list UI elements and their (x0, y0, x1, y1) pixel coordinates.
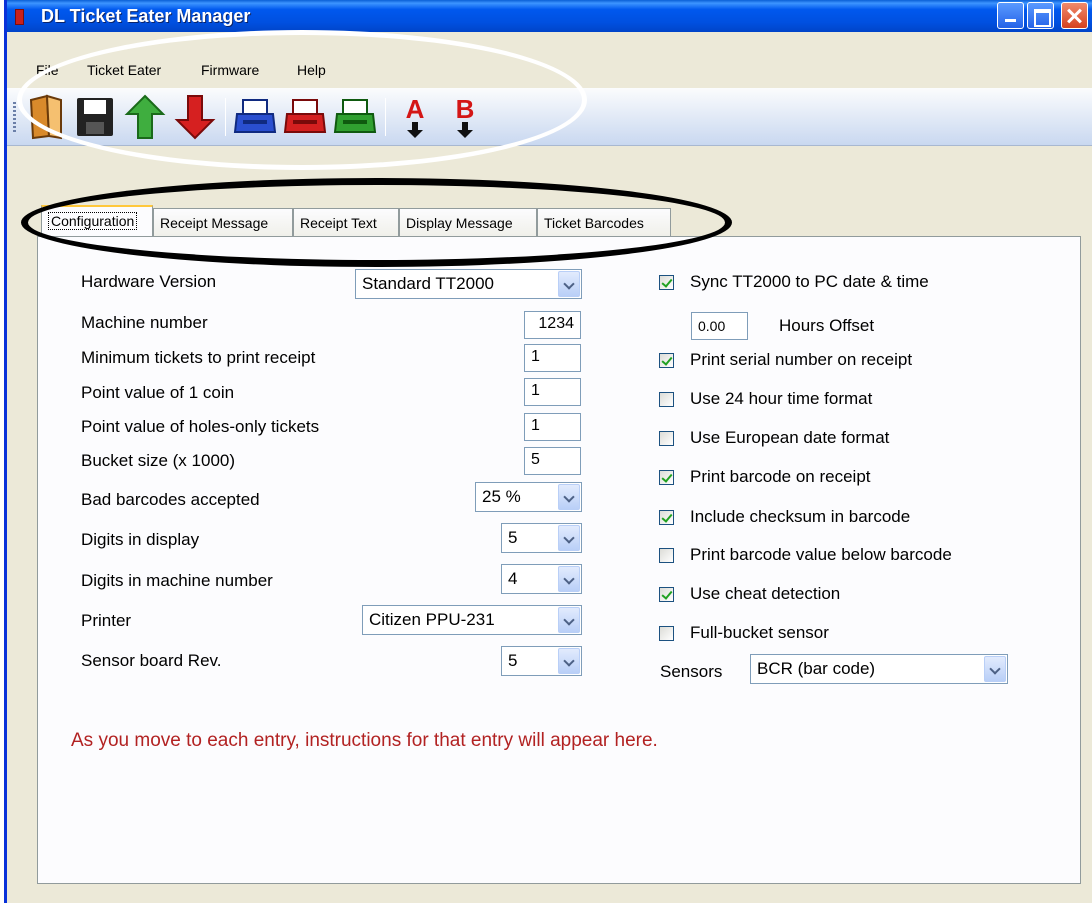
tab-display-message[interactable]: Display Message (399, 208, 537, 236)
window-title: DL Ticket Eater Manager (41, 6, 251, 26)
holes-value-field[interactable]: 1 (524, 413, 581, 441)
toolbar-separator (225, 98, 226, 136)
bad-barcodes-label: Bad barcodes accepted (81, 490, 260, 509)
machine-digits-label: Digits in machine number (81, 571, 273, 590)
display-digits-select[interactable]: 5 (501, 523, 582, 553)
toolbar-separator (385, 98, 386, 136)
serial-label: Print serial number on receipt (690, 350, 913, 369)
eurodate-checkbox[interactable] (659, 431, 674, 446)
full-bucket-label: Full-bucket sensor (690, 623, 829, 642)
cheat-label: Use cheat detection (690, 584, 841, 603)
menu-bar: File Ticket Eater Firmware Help (7, 56, 1092, 84)
toolbar-grip[interactable] (13, 102, 16, 132)
hours-offset-field[interactable]: 0.00 (691, 312, 748, 340)
bucket-size-label: Bucket size (x 1000) (81, 451, 236, 470)
menu-help[interactable]: Help (297, 62, 326, 78)
checksum-label: Include checksum in barcode (690, 507, 911, 526)
blue-printer-icon[interactable] (233, 94, 277, 140)
holes-value-label: Point value of holes-only tickets (81, 417, 320, 436)
tab-configuration[interactable]: Configuration (41, 205, 153, 236)
barcode-value-checkbox[interactable] (659, 548, 674, 563)
machine-digits-select[interactable]: 4 (501, 564, 582, 594)
hardware-version-select[interactable]: Standard TT2000 (355, 269, 582, 299)
time24-checkbox[interactable] (659, 392, 674, 407)
printer-value: Citizen PPU-231 (369, 610, 495, 629)
bad-barcodes-select[interactable]: 25 % (475, 482, 582, 512)
sensors-label: Sensors (660, 662, 723, 681)
download-a-icon[interactable]: A (393, 94, 437, 140)
hours-offset-label: Hours Offset (779, 316, 875, 335)
minimize-button[interactable] (997, 2, 1024, 29)
display-digits-value: 5 (508, 528, 518, 547)
menu-file[interactable]: File (36, 62, 59, 78)
sensor-rev-label: Sensor board Rev. (81, 651, 222, 670)
chevron-down-icon[interactable] (558, 525, 580, 551)
sync-checkbox[interactable] (659, 275, 674, 290)
tab-receipt-message[interactable]: Receipt Message (153, 208, 293, 236)
chevron-down-icon[interactable] (558, 271, 580, 297)
barcode-value-label: Print barcode value below barcode (690, 545, 952, 564)
save-disk-icon[interactable] (73, 94, 117, 140)
chevron-down-icon[interactable] (558, 566, 580, 592)
hardware-version-value: Standard TT2000 (362, 274, 494, 293)
machine-number-field[interactable]: 1234 (524, 311, 581, 339)
min-tickets-field[interactable]: 1 (524, 344, 581, 372)
app-window: DL Ticket Eater Manager File Ticket Eate… (4, 0, 1092, 903)
time24-label: Use 24 hour time format (690, 389, 873, 408)
close-button[interactable] (1061, 2, 1088, 29)
title-bar[interactable]: DL Ticket Eater Manager (7, 0, 1092, 32)
cheat-checkbox[interactable] (659, 587, 674, 602)
chevron-down-icon[interactable] (558, 484, 580, 510)
download-arrow-icon[interactable] (173, 94, 217, 140)
red-printer-icon[interactable] (283, 94, 327, 140)
bucket-size-field[interactable]: 5 (524, 447, 581, 475)
chevron-down-icon[interactable] (558, 648, 580, 674)
menu-firmware[interactable]: Firmware (201, 62, 259, 78)
sensor-rev-value: 5 (508, 651, 518, 670)
upload-arrow-icon[interactable] (123, 94, 167, 140)
barcode-label: Print barcode on receipt (690, 467, 871, 486)
download-b-icon[interactable]: B (443, 94, 487, 140)
sync-label: Sync TT2000 to PC date & time (690, 272, 929, 291)
letter-a: A (406, 94, 425, 124)
printer-select[interactable]: Citizen PPU-231 (362, 605, 582, 635)
app-icon (15, 9, 24, 25)
open-folder-icon[interactable] (23, 94, 67, 140)
coin-value-field[interactable]: 1 (524, 378, 581, 406)
instructions-text: As you move to each entry, instructions … (71, 730, 658, 751)
min-tickets-label: Minimum tickets to print receipt (81, 348, 316, 367)
green-printer-icon[interactable] (333, 94, 377, 140)
chevron-down-icon[interactable] (984, 656, 1006, 682)
configuration-panel: Hardware Version Standard TT2000 Machine… (37, 236, 1081, 884)
eurodate-label: Use European date format (690, 428, 890, 447)
barcode-checkbox[interactable] (659, 470, 674, 485)
machine-digits-value: 4 (508, 569, 518, 588)
tab-receipt-text[interactable]: Receipt Text (293, 208, 399, 236)
hardware-version-label: Hardware Version (81, 272, 217, 291)
letter-b: B (456, 94, 475, 124)
toolbar: A B (7, 88, 1092, 146)
machine-number-label: Machine number (81, 313, 208, 332)
chevron-down-icon[interactable] (558, 607, 580, 633)
serial-checkbox[interactable] (659, 353, 674, 368)
sensors-value: BCR (bar code) (757, 659, 876, 678)
checksum-checkbox[interactable] (659, 510, 674, 525)
display-digits-label: Digits in display (81, 530, 200, 549)
tab-configuration-label: Configuration (48, 212, 138, 230)
printer-label: Printer (81, 611, 132, 630)
sensors-select[interactable]: BCR (bar code) (750, 654, 1008, 684)
menu-ticket-eater[interactable]: Ticket Eater (87, 62, 161, 78)
sensor-rev-select[interactable]: 5 (501, 646, 582, 676)
maximize-button[interactable] (1027, 2, 1054, 29)
full-bucket-checkbox[interactable] (659, 626, 674, 641)
bad-barcodes-value: 25 % (482, 487, 521, 506)
tab-ticket-barcodes[interactable]: Ticket Barcodes (537, 208, 671, 236)
coin-value-label: Point value of 1 coin (81, 383, 235, 402)
